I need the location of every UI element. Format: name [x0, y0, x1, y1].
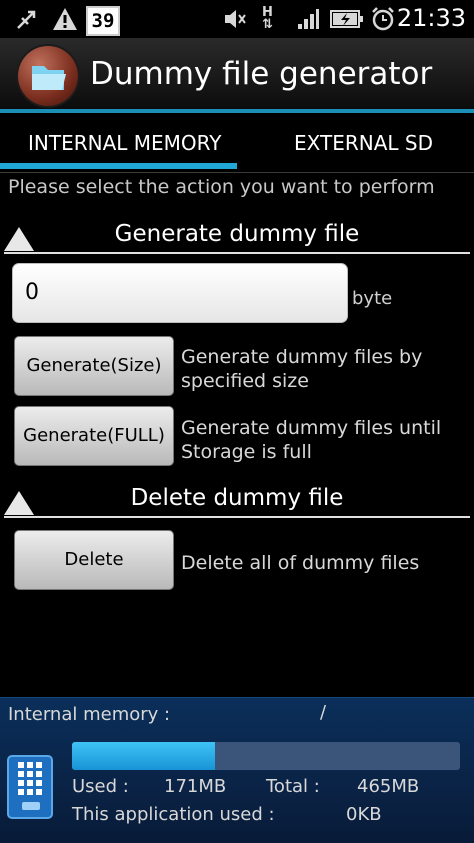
memory-usage-bar: [72, 742, 460, 770]
generate-section-title: Generate dummy file: [114, 221, 360, 247]
delete-description: Delete all of dummy files: [181, 552, 420, 574]
mute-icon: [222, 6, 248, 32]
used-value: 171MB: [164, 776, 227, 797]
section-divider: [4, 252, 470, 254]
memory-separator: /: [320, 702, 327, 723]
tab-external-sd[interactable]: EXTERNAL SD: [294, 131, 433, 155]
status-bar: 39 H ⇅ 21:33: [0, 0, 474, 38]
tab-internal-memory[interactable]: INTERNAL MEMORY: [28, 131, 221, 155]
memory-panel: Internal memory : / Used : 171MB Total :…: [0, 697, 474, 843]
delete-section-title: Delete dummy file: [130, 485, 344, 511]
title-bar: Dummy file generator: [0, 38, 474, 111]
unit-label: byte: [352, 288, 393, 309]
used-label: Used :: [72, 776, 129, 797]
phone-storage-icon: [6, 754, 56, 822]
total-value: 465MB: [357, 776, 420, 797]
generate-section-header[interactable]: Generate dummy file: [0, 221, 474, 257]
app-used-value: 0KB: [346, 804, 382, 825]
tab-selected-indicator: [0, 163, 237, 169]
instruction-text: Please select the action you want to per…: [8, 176, 435, 198]
data-arrows-icon: ⇅: [262, 17, 273, 32]
clock: 21:33: [396, 4, 466, 32]
generate-full-description: Generate dummy files until Storage is fu…: [181, 417, 442, 463]
generate-size-button[interactable]: Generate(Size): [14, 336, 174, 396]
tab-divider: [0, 172, 474, 173]
total-label: Total :: [266, 776, 320, 797]
memory-usage-fill: [72, 742, 215, 770]
network-h-icon: H ⇅: [262, 6, 273, 32]
warning-icon: [52, 6, 78, 32]
calendar-icon: 39: [86, 6, 120, 36]
generate-size-description: Generate dummy files by specified size: [181, 346, 423, 392]
delete-section-header[interactable]: Delete dummy file: [0, 485, 474, 521]
usb-debug-icon: [14, 6, 40, 32]
alarm-icon: [370, 6, 396, 32]
delete-button[interactable]: Delete: [14, 530, 174, 590]
app-used-label: This application used :: [72, 804, 275, 825]
app-title: Dummy file generator: [90, 56, 433, 92]
section-divider: [4, 516, 470, 518]
memory-label: Internal memory :: [8, 704, 171, 725]
signal-icon: [296, 6, 320, 32]
battery-charging-icon: [330, 6, 364, 32]
folder-icon: [18, 46, 78, 106]
size-input[interactable]: 0: [12, 263, 348, 323]
generate-full-button[interactable]: Generate(FULL): [14, 406, 174, 466]
